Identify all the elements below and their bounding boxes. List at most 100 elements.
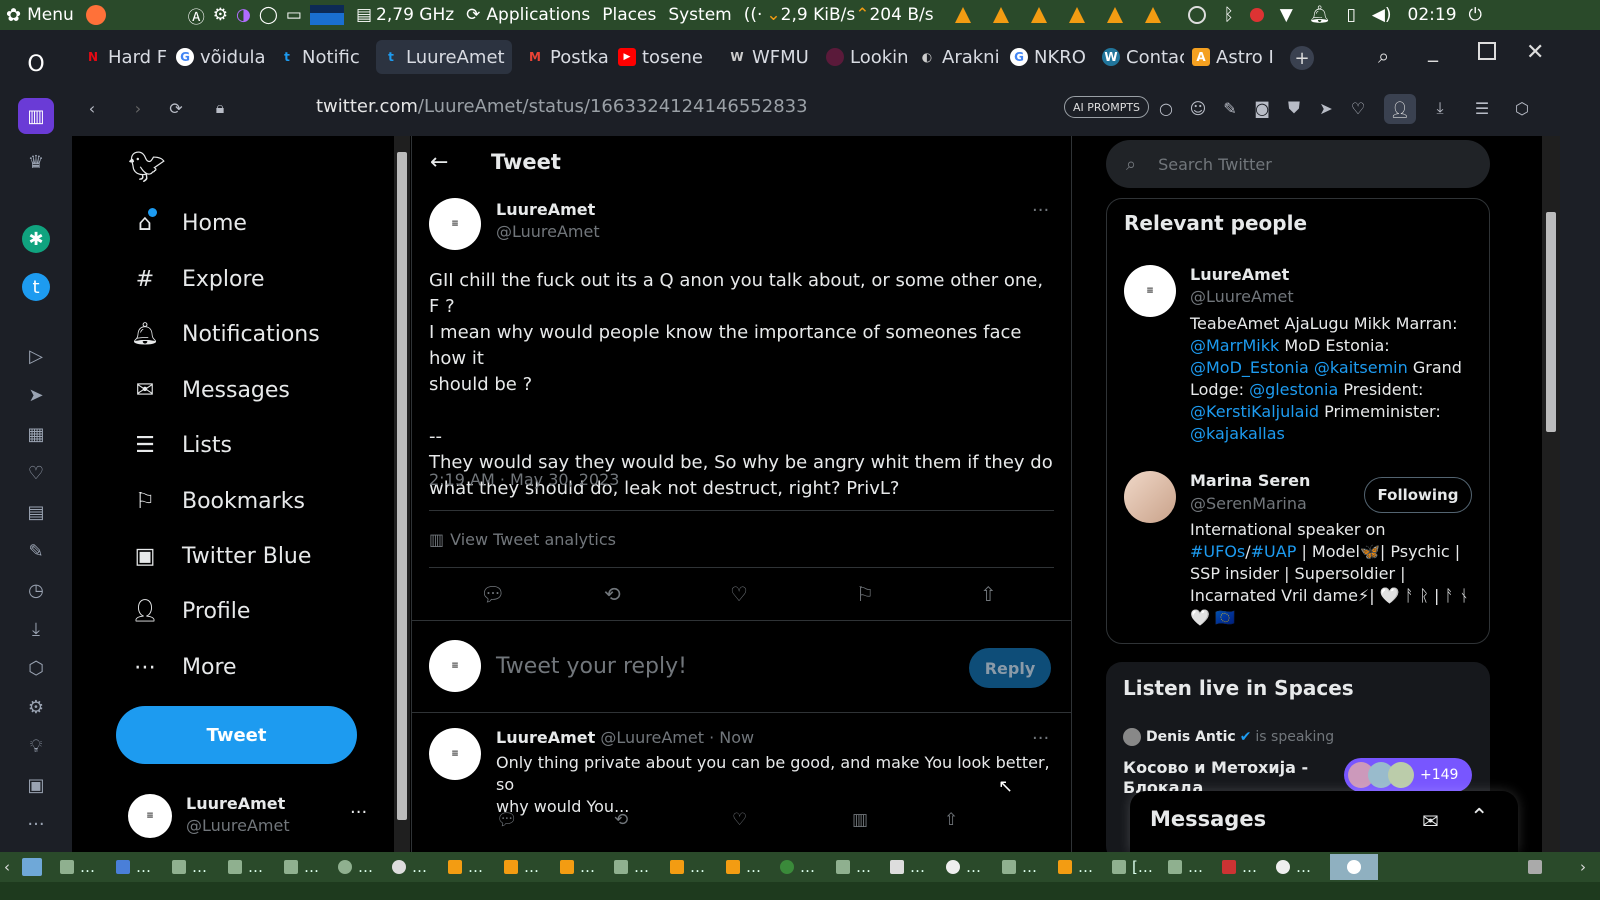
shield-icon[interactable]: ⛊ <box>1284 98 1304 118</box>
ai-prompts-button[interactable]: AI PROMPTS <box>1064 96 1150 118</box>
expand-drawer-icon[interactable]: ⌃ <box>1470 805 1488 830</box>
reply-like-icon[interactable]: ♡ <box>732 810 747 830</box>
taskbar-active-task[interactable] <box>1330 854 1378 880</box>
lock-icon[interactable]: 🔒︎ <box>210 98 230 118</box>
nav-bookmarks[interactable]: ⚐ Bookmarks <box>132 488 305 514</box>
space-listeners[interactable]: +149 <box>1344 758 1472 792</box>
edit-icon[interactable]: ✎ <box>22 537 50 565</box>
tab-6[interactable]: W WFMU <box>722 40 814 74</box>
back-icon[interactable]: ‹ <box>82 98 102 118</box>
author-handle[interactable]: @LuureAmet <box>496 222 600 241</box>
tab-5[interactable]: ▶ tosene <box>612 40 704 74</box>
close-window-icon[interactable]: ✕ <box>1526 40 1544 65</box>
settings-gear-icon[interactable]: ⚙ <box>22 693 50 721</box>
tab-10[interactable]: W Contac <box>1096 40 1184 74</box>
system-menu[interactable]: System <box>662 0 737 30</box>
taskbar-task[interactable]: … <box>338 856 373 878</box>
taskbar-vlc-task[interactable]: … <box>560 856 595 878</box>
tweet-compose-button[interactable]: Tweet <box>116 706 357 764</box>
retweet-icon[interactable]: ⟲ <box>604 582 621 606</box>
right-scroll-thumb[interactable] <box>1546 212 1556 432</box>
vlc-icon[interactable] <box>954 7 971 23</box>
vlc-icon[interactable] <box>1144 7 1161 23</box>
nav-twitter-blue[interactable]: ▣ Twitter Blue <box>132 543 312 569</box>
chatgpt-icon[interactable]: ✱ <box>22 225 50 253</box>
notification-bell-icon[interactable]: 🔔︎ <box>1309 5 1331 25</box>
profile-icon[interactable]: 👤︎ <box>1384 94 1416 124</box>
vlc-icon[interactable] <box>1030 7 1047 23</box>
download-icon[interactable]: ⤓ <box>1430 98 1450 118</box>
nav-explore[interactable]: # Explore <box>132 266 265 292</box>
network-icon[interactable]: ▼ <box>1280 5 1293 25</box>
edit-page-icon[interactable]: ✎ <box>1220 98 1240 118</box>
taskbar-task[interactable]: … <box>1002 856 1037 878</box>
reply-icon[interactable]: 💬︎ <box>480 582 505 606</box>
bookmark-action-icon[interactable]: ⚐ <box>856 582 874 606</box>
apps-grid-icon[interactable]: ▦ <box>22 420 50 448</box>
history-icon[interactable]: ◷ <box>22 576 50 604</box>
messages-drawer[interactable]: Messages ✉ ⌃ <box>1130 791 1518 852</box>
taskbar-task[interactable]: … <box>172 856 207 878</box>
taskbar-task[interactable]: … <box>60 856 95 878</box>
taskbar-task[interactable]: [… <box>1112 856 1153 878</box>
reply-reply-icon[interactable]: 💬︎ <box>496 810 518 830</box>
vlc-tray-group[interactable] <box>940 0 1176 30</box>
following-button[interactable]: Following <box>1364 477 1472 513</box>
record-icon[interactable] <box>1249 8 1264 22</box>
forward-icon[interactable]: › <box>128 98 148 118</box>
media-icon[interactable]: ◑ <box>236 5 251 25</box>
terminal-icon[interactable]: ▭ <box>286 5 302 25</box>
downloads-icon[interactable]: ⤓ <box>22 615 50 643</box>
reading-list-icon[interactable]: ▥ <box>18 98 54 134</box>
right-scrollbar[interactable] <box>1542 136 1560 852</box>
taskbar-vlc-task[interactable]: … <box>1058 856 1093 878</box>
tab-0[interactable]: N Hard F <box>78 40 168 74</box>
news-icon[interactable]: ▤ <box>22 498 50 526</box>
new-message-icon[interactable]: ✉ <box>1422 809 1439 833</box>
extension-icon[interactable]: ▣ <box>22 771 50 799</box>
extensions-cube-icon[interactable]: ⬡ <box>1512 98 1532 118</box>
taskbar-task[interactable]: … <box>836 856 871 878</box>
search-box[interactable]: ⌕ Search Twitter <box>1106 140 1490 188</box>
menu-button[interactable]: ✿ Menu <box>0 0 80 30</box>
nav-messages[interactable]: ✉ Messages <box>132 377 290 403</box>
view-analytics-link[interactable]: ▥ View Tweet analytics <box>429 530 616 549</box>
more-dots-icon[interactable]: ··· <box>22 810 50 838</box>
new-tab-button[interactable]: + <box>1290 46 1314 70</box>
taskbar-task[interactable]: … <box>1168 856 1203 878</box>
person-handle[interactable]: @LuureAmet <box>1190 287 1294 306</box>
tweet-more-icon[interactable]: ··· <box>1032 200 1049 221</box>
person-handle[interactable]: @SerenMarina <box>1190 494 1307 513</box>
account-more-icon[interactable]: ··· <box>350 802 367 823</box>
firefox-launcher-icon[interactable] <box>80 0 112 30</box>
bulb-icon[interactable]: 💡︎ <box>22 732 50 760</box>
taskbar-vlc-task[interactable]: … <box>448 856 483 878</box>
reply-more-icon[interactable]: ··· <box>1032 728 1049 749</box>
taskbar-task[interactable]: … <box>284 856 319 878</box>
easy-setup-icon[interactable]: ☰ <box>1472 98 1492 118</box>
emoji-icon[interactable]: ☺ <box>1188 98 1208 118</box>
reply-input[interactable]: Tweet your reply! <box>496 654 687 679</box>
reload-icon[interactable]: ⟳ <box>166 98 186 118</box>
opera-logo-icon[interactable]: O <box>22 50 50 78</box>
xbox-icon[interactable] <box>1187 6 1206 24</box>
trash-icon[interactable] <box>1528 856 1548 878</box>
space-host[interactable]: Denis Antic ✔ is speaking <box>1123 728 1334 746</box>
crown-icon[interactable]: ♛ <box>22 148 50 176</box>
nav-lists[interactable]: ☰ Lists <box>132 432 232 458</box>
author-avatar[interactable]: ≡ <box>429 198 481 250</box>
taskbar-task[interactable]: … <box>1222 856 1257 878</box>
twitter-sidebar-icon[interactable]: t <box>22 273 50 301</box>
taskbar-scroll-left-icon[interactable]: ‹ <box>4 856 10 878</box>
taskbar-scroll-right-icon[interactable]: › <box>1580 856 1586 878</box>
player-icon[interactable]: ▷ <box>22 342 50 370</box>
account-switcher[interactable]: ≡ LuureAmet @LuureAmet ··· <box>128 792 380 842</box>
taskbar-vlc-task[interactable]: … <box>504 856 539 878</box>
like-icon[interactable]: ♡ <box>730 582 748 606</box>
author-name[interactable]: LuureAmet <box>496 200 595 219</box>
send-icon[interactable]: ➤ <box>22 381 50 409</box>
chat-icon[interactable]: ○ <box>1156 98 1176 118</box>
camera-icon[interactable]: ◙ <box>1252 98 1272 118</box>
tab-9[interactable]: G NKRO <box>1004 40 1094 74</box>
person-avatar[interactable] <box>1124 471 1176 523</box>
